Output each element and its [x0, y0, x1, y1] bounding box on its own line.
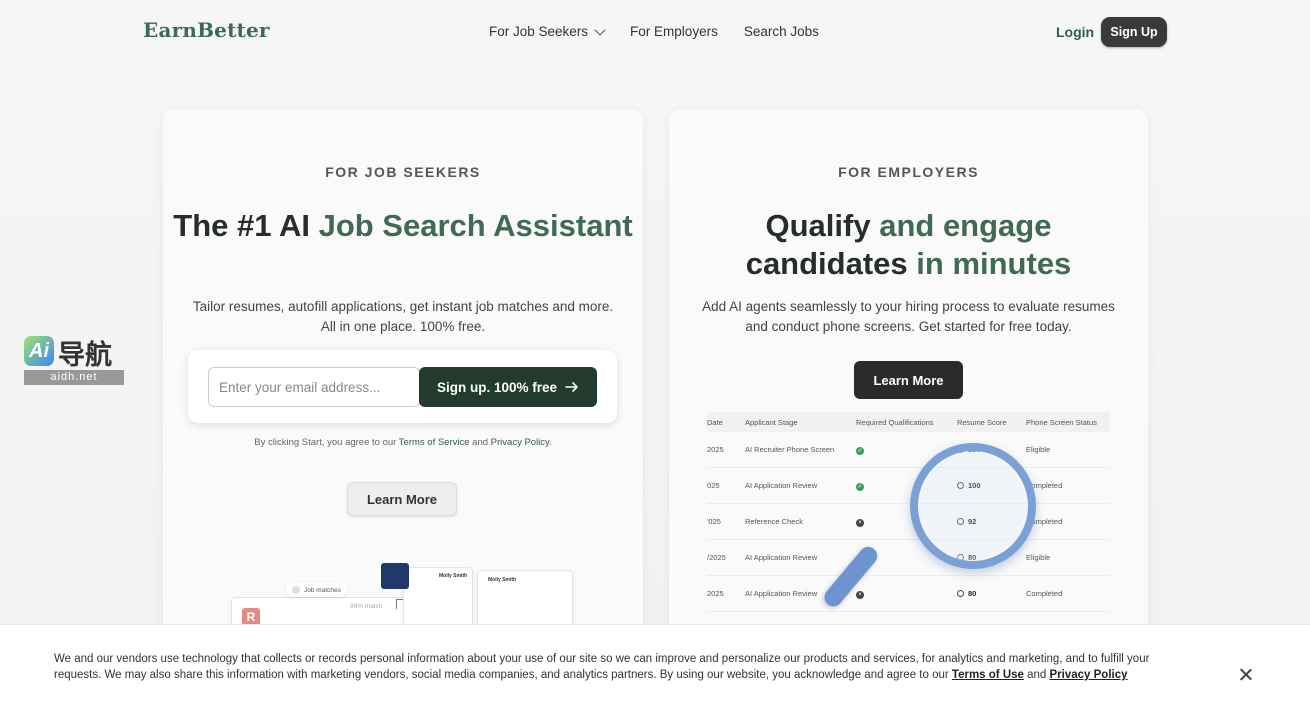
- cookie-text: We and our vendors use technology that c…: [54, 651, 1184, 683]
- status-cell: Completed: [1026, 467, 1110, 504]
- status-cell: Eligible: [1026, 539, 1110, 576]
- table-row: /2025AI Application Review✓80Eligible: [707, 539, 1110, 576]
- brand-logo[interactable]: EarnBetter: [143, 18, 270, 42]
- email-input[interactable]: [208, 367, 420, 407]
- headline-plain-2: candidates: [745, 246, 908, 281]
- date-cell: 2025: [707, 575, 745, 612]
- arrow-right-icon: [565, 382, 578, 392]
- cookie-banner: We and our vendors use technology that c…: [0, 624, 1310, 724]
- headline-green: and engage: [879, 208, 1052, 243]
- privacy-policy-link[interactable]: Privacy Policy: [1050, 669, 1128, 681]
- stage-cell: AI Application Review: [745, 467, 856, 504]
- table-row: 2025 AI Recruiter Phone Screen ✓ 100 Eligibl…: [707, 432, 1110, 468]
- job-matches-pill: Job matches: [286, 583, 347, 597]
- stage-cell: AI Recruiter Phone Screen: [745, 432, 856, 468]
- col-header: Applicant Stage: [745, 412, 856, 432]
- email-signup-form: Sign up. 100% free: [188, 350, 617, 423]
- status-cell: Eligible: [1026, 432, 1110, 468]
- headline-plain: Qualify: [765, 208, 871, 243]
- legal-notice: By clicking Start, you agree to our Term…: [163, 437, 643, 448]
- score-ring-icon: [957, 590, 964, 597]
- nav-label: Search Jobs: [743, 24, 819, 39]
- chevron-down-icon: [594, 23, 606, 36]
- col-header: Phone Screen Status: [1026, 412, 1110, 432]
- cookie-and: and: [1027, 669, 1047, 681]
- employers-card: FOR EMPLOYERS Qualify and engage candida…: [669, 109, 1148, 649]
- card-headline: Qualify and engage candidates in minutes: [669, 207, 1148, 283]
- login-link[interactable]: Login: [1056, 24, 1094, 40]
- col-header: Date: [707, 412, 745, 432]
- nav-item-search-jobs[interactable]: Search Jobs: [744, 24, 819, 39]
- job-seekers-card: FOR JOB SEEKERS The #1 AI Job Search Ass…: [163, 109, 643, 649]
- nav-item-job-seekers[interactable]: For Job Seekers: [489, 23, 606, 39]
- date-cell: '025: [707, 503, 745, 540]
- date-cell: 025: [707, 467, 745, 504]
- subtitle-line: Tailor resumes, autofill applications, g…: [192, 299, 614, 314]
- table-header-row: Date Applicant Stage Required Qualificat…: [707, 412, 1110, 432]
- legal-text: By clicking Start, you agree to our: [254, 437, 397, 448]
- stage-cell: Reference Check: [745, 503, 856, 540]
- stage-cell: AI Application Review: [745, 539, 856, 576]
- headline-plain: The #1 AI: [173, 208, 310, 243]
- close-icon[interactable]: [1236, 665, 1256, 685]
- legal-and: and: [472, 437, 489, 448]
- terms-of-use-link[interactable]: Terms of Use: [952, 669, 1024, 681]
- terms-link[interactable]: Terms of Service: [399, 437, 470, 448]
- aidh-watermark: Ai 导航 aidh.net: [24, 336, 124, 386]
- card-subtitle: Add AI agents seamlessly to your hiring …: [669, 297, 1148, 336]
- col-header: Required Qualifications: [856, 412, 957, 432]
- card-subtitle: Tailor resumes, autofill applications, g…: [163, 297, 643, 336]
- score-cell: 80: [957, 575, 1026, 612]
- subtitle-line: and conduct phone screens. Get started f…: [745, 318, 1072, 334]
- main-nav: For Job Seekers For Employers Search Job…: [489, 23, 819, 39]
- card-headline: The #1 AI Job Search Assistant: [163, 207, 643, 245]
- watermark-url: aidh.net: [24, 370, 124, 385]
- resume-name: Molly Smith: [439, 573, 468, 579]
- date-cell: /2025: [707, 539, 745, 576]
- headline-green: Job Search Assistant: [318, 208, 633, 243]
- score-value: 80: [968, 589, 977, 598]
- x-circle-icon: ×: [856, 590, 864, 599]
- job-matches-icon: [292, 586, 300, 594]
- resume-cover-mockup: [381, 563, 409, 589]
- magnifying-glass-icon: [910, 443, 1036, 569]
- employers-learn-more-button[interactable]: Learn More: [854, 361, 963, 399]
- table-row: 2025 AI Application Review × 80 Completed: [707, 575, 1110, 612]
- match-score: 98% match: [350, 603, 383, 610]
- date-cell: 2025: [707, 432, 745, 468]
- check-circle-icon: ✓: [856, 446, 864, 455]
- watermark-text: 导航: [58, 340, 112, 370]
- table-row: '025 Reference Check × 92 Completed: [707, 503, 1110, 540]
- nav-label: For Employers: [630, 24, 718, 39]
- signup-free-button[interactable]: Sign up. 100% free: [419, 367, 597, 407]
- applicants-table: Date Applicant Stage Required Qualificat…: [707, 412, 1110, 612]
- job-matches-label: Job matches: [304, 586, 341, 594]
- col-header: Resume Score: [957, 412, 1026, 432]
- status-cell: Completed: [1026, 575, 1110, 612]
- subtitle-line: All in one place. 100% free.: [320, 318, 486, 334]
- nav-item-employers[interactable]: For Employers: [630, 24, 718, 39]
- x-circle-icon: ×: [856, 518, 864, 527]
- privacy-link[interactable]: Privacy Policy: [491, 437, 549, 448]
- card-eyebrow: FOR EMPLOYERS: [838, 164, 979, 180]
- resume-name: Molly Smith: [488, 577, 517, 583]
- status-cell: Completed: [1026, 503, 1110, 540]
- ai-logo-icon: Ai: [24, 336, 54, 366]
- headline-green-2: in minutes: [916, 246, 1072, 281]
- learn-more-button[interactable]: Learn More: [347, 482, 457, 516]
- signup-button[interactable]: Sign Up: [1101, 17, 1167, 47]
- check-circle-icon: ✓: [856, 482, 864, 491]
- qualification-cell: ×: [856, 575, 957, 612]
- table-row: 025 AI Application Review ✓ 100 Completed: [707, 467, 1110, 504]
- nav-label: For Job Seekers: [489, 24, 589, 39]
- subtitle-line: Add AI agents seamlessly to your hiring …: [702, 299, 1115, 314]
- signup-free-label: Sign up. 100% free: [436, 379, 558, 395]
- legal-period: .: [549, 437, 552, 448]
- card-eyebrow: FOR JOB SEEKERS: [325, 164, 481, 180]
